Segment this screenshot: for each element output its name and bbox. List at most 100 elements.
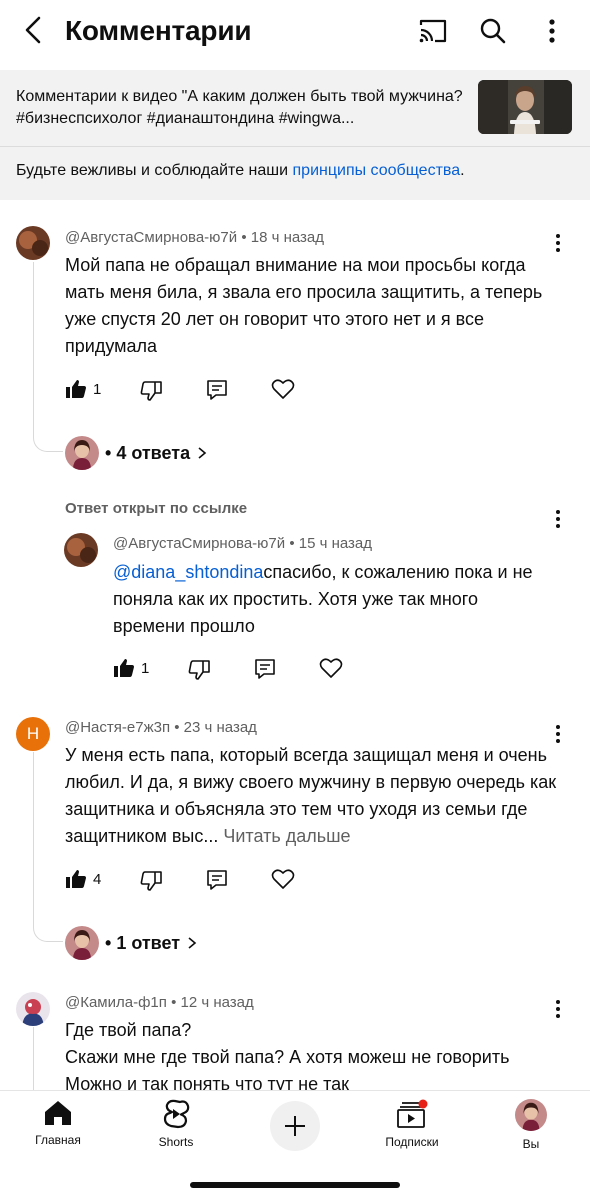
more-vertical-icon xyxy=(556,1000,560,1018)
like-button[interactable]: 1 xyxy=(113,657,149,679)
heart-button[interactable] xyxy=(271,868,295,890)
reply-avatar-image xyxy=(65,926,99,960)
reply-button[interactable] xyxy=(206,379,228,401)
heart-icon xyxy=(319,658,343,678)
heart-button[interactable] xyxy=(271,378,295,400)
thread-line xyxy=(33,262,63,452)
replies-count: 1 ответ xyxy=(116,932,181,953)
reply-avatar xyxy=(65,436,99,470)
page-title: Комментарии xyxy=(65,15,252,46)
like-count: 1 xyxy=(141,659,150,677)
avatar-letter: Н xyxy=(26,724,40,743)
subscriptions-icon xyxy=(397,1099,428,1128)
comment-menu-button[interactable] xyxy=(548,231,568,255)
thread-line xyxy=(33,752,63,942)
linked-reply-menu-button[interactable] xyxy=(548,507,568,531)
read-more-link[interactable]: Читать дальше xyxy=(223,826,350,846)
panel-divider xyxy=(0,146,590,147)
heart-icon xyxy=(271,379,295,399)
view-replies-button[interactable]: • 1 ответ xyxy=(65,926,198,960)
comment-text: Где твой папа? Скажи мне где твой папа? … xyxy=(65,1020,510,1094)
heart-icon xyxy=(271,869,295,889)
view-replies-button[interactable]: • 4 ответа xyxy=(65,436,208,470)
reply-comment-icon xyxy=(207,380,227,400)
comment-time: 12 ч назад xyxy=(180,994,254,1011)
more-options-button[interactable] xyxy=(535,14,569,48)
comment-time: 18 ч назад xyxy=(250,229,325,246)
avatar[interactable] xyxy=(64,533,98,567)
more-vertical-icon xyxy=(549,19,555,43)
cast-icon xyxy=(419,19,447,43)
reply-text: @diana_shtondinaспасибо, к сожалению пок… xyxy=(113,562,533,636)
comment-meta: @Настя-е7ж3п • 23 ч назад xyxy=(65,719,257,736)
nav-you[interactable]: Вы xyxy=(481,1099,581,1151)
reply-time: 15 ч назад xyxy=(298,535,373,552)
plus-icon xyxy=(285,1116,305,1136)
comment-meta: @Камила-ф1п • 12 ч назад xyxy=(65,994,254,1011)
reply-avatar-image xyxy=(65,436,99,470)
profile-avatar-image xyxy=(515,1099,547,1131)
comment-author[interactable]: @АвгустаСмирнова-ю7й xyxy=(65,229,237,246)
reply-author[interactable]: @АвгустаСмирнова-ю7й xyxy=(113,535,285,552)
nav-shorts[interactable]: Shorts xyxy=(126,1099,226,1149)
reply-meta: @АвгустаСмирнова-ю7й • 15 ч назад xyxy=(113,535,373,552)
shorts-icon xyxy=(163,1099,190,1129)
heart-button[interactable] xyxy=(319,657,343,679)
thumbs-up-filled-icon xyxy=(114,659,134,677)
avatar[interactable] xyxy=(16,992,50,1026)
comment-author[interactable]: @Камила-ф1п xyxy=(65,994,167,1011)
reply-comment-icon xyxy=(207,870,227,890)
dislike-button[interactable] xyxy=(140,380,162,402)
reply-button[interactable] xyxy=(254,658,276,680)
chevron-right-icon xyxy=(198,447,207,459)
like-button[interactable]: 1 xyxy=(65,378,101,400)
comment-author[interactable]: @Настя-е7ж3п xyxy=(65,719,170,736)
arrow-back-icon xyxy=(25,16,41,44)
comment-text: У меня есть папа, который всегда защищал… xyxy=(65,745,557,846)
avatar-image xyxy=(16,226,50,260)
comment-text: Мой папа не обращал внимание на мои прос… xyxy=(65,255,543,356)
nav-home[interactable]: Главная xyxy=(8,1099,108,1147)
thumbs-down-icon xyxy=(188,660,210,680)
home-filled-icon xyxy=(45,1101,71,1125)
cast-button[interactable] xyxy=(416,14,450,48)
dislike-button[interactable] xyxy=(188,659,210,681)
dislike-button[interactable] xyxy=(140,870,162,892)
reply-button[interactable] xyxy=(206,869,228,891)
avatar[interactable] xyxy=(16,226,50,260)
nav-subscriptions[interactable]: Подписки xyxy=(362,1099,462,1149)
linked-reply-label: Ответ открыт по ссылке xyxy=(65,500,248,517)
reply-comment-icon xyxy=(255,659,275,679)
reply-avatar xyxy=(65,926,99,960)
create-button[interactable] xyxy=(270,1101,320,1151)
comment-time: 23 ч назад xyxy=(183,719,257,736)
like-button[interactable]: 4 xyxy=(65,868,101,890)
like-count: 4 xyxy=(93,870,102,888)
more-vertical-icon xyxy=(556,725,560,743)
thumbs-down-icon xyxy=(140,871,162,891)
search-button[interactable] xyxy=(476,14,510,48)
more-vertical-icon xyxy=(556,510,560,528)
video-thumbnail-image xyxy=(478,80,572,134)
chevron-right-icon xyxy=(188,937,197,949)
thumbs-down-icon xyxy=(140,381,162,401)
community-guidelines-text: Будьте вежливы и соблюдайте наши принцип… xyxy=(16,162,465,179)
avatar[interactable]: Н xyxy=(16,717,50,751)
thumbs-up-filled-icon xyxy=(66,870,86,888)
avatar-image xyxy=(16,992,50,1026)
like-count: 1 xyxy=(93,380,102,398)
video-info-panel: Комментарии к видео "А каким должен быть… xyxy=(0,70,590,200)
profile-avatar xyxy=(515,1099,547,1131)
home-indicator xyxy=(190,1182,400,1188)
avatar-image xyxy=(64,533,98,567)
top-app-bar: Комментарии xyxy=(0,0,590,64)
back-button[interactable] xyxy=(18,14,48,46)
video-description: Комментарии к видео "А каким должен быть… xyxy=(16,88,463,127)
notification-dot xyxy=(418,1099,428,1109)
search-icon xyxy=(480,18,506,44)
thread-line xyxy=(33,1027,34,1090)
community-guidelines-link[interactable]: принципы сообщества xyxy=(293,162,461,179)
video-thumbnail[interactable] xyxy=(478,80,572,134)
more-vertical-icon xyxy=(556,234,560,252)
mention-link[interactable]: @diana_shtondina xyxy=(113,562,263,582)
